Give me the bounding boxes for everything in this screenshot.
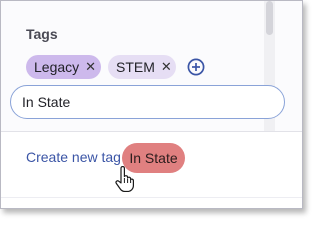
- tag-chip-stem[interactable]: STEM ✕: [108, 55, 176, 79]
- footer-divider: [1, 197, 302, 198]
- hand-pointer-icon: [115, 166, 134, 192]
- create-new-tag-link[interactable]: Create new tag: [26, 149, 121, 165]
- tag-chip-label: STEM: [116, 59, 155, 75]
- close-icon[interactable]: ✕: [85, 59, 96, 75]
- add-circle-icon[interactable]: [187, 58, 205, 76]
- tag-chip-label: Legacy: [34, 59, 80, 75]
- tags-section: Tags Legacy ✕ STEM ✕: [1, 1, 302, 131]
- new-tag-label: In State: [129, 150, 178, 166]
- tag-editor-popup: Tags Legacy ✕ STEM ✕ Create new tag In S…: [0, 0, 303, 209]
- tag-chip-legacy[interactable]: Legacy ✕: [26, 55, 101, 79]
- scrollbar-thumb[interactable]: [266, 1, 273, 35]
- close-icon[interactable]: ✕: [161, 59, 172, 75]
- tag-search-input[interactable]: [10, 85, 285, 119]
- tags-heading: Tags: [26, 26, 58, 42]
